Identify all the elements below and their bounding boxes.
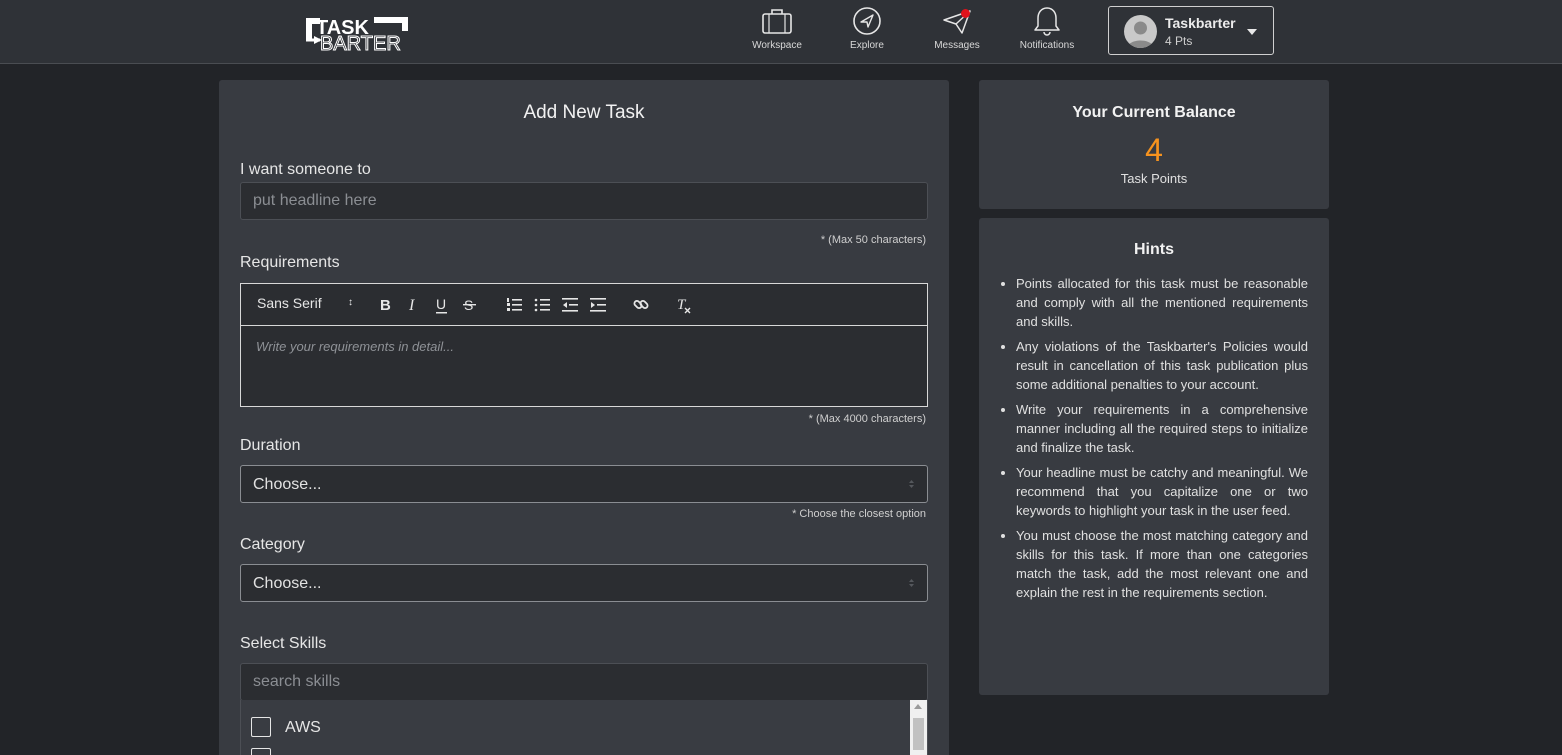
category-select[interactable]: Choose... — [240, 564, 928, 602]
sort-arrows-icon: ↕ — [348, 297, 353, 308]
bullet-list-icon[interactable] — [534, 295, 550, 315]
skill-label: AWS — [285, 719, 321, 736]
unread-dot — [961, 9, 970, 18]
duration-select-value: Choose... — [253, 476, 322, 493]
ordered-list-icon[interactable] — [506, 295, 522, 315]
hints-title: Hints — [1134, 241, 1174, 258]
hint-item: Points allocated for this task must be r… — [1016, 274, 1308, 331]
nav-notifications-label: Notifications — [1019, 40, 1075, 51]
italic-icon[interactable]: I — [407, 295, 421, 315]
underline-icon[interactable]: U — [435, 295, 449, 315]
category-select-value: Choose... — [253, 575, 322, 592]
balance-unit: Task Points — [1120, 171, 1188, 186]
taskbarter-logo[interactable]: TASK BARTER — [298, 12, 418, 56]
category-label: Category — [240, 536, 305, 553]
bell-icon — [1034, 7, 1060, 36]
hint-item: Write your requirements in a comprehensi… — [1016, 400, 1308, 457]
balance-value: 4 — [1145, 132, 1163, 168]
nav-explore[interactable]: Explore — [827, 6, 907, 56]
editor-toolbar: Sans Serif ↕ B I U S T — [241, 284, 927, 326]
skills-label: Select Skills — [240, 635, 327, 652]
duration-select[interactable]: Choose... — [240, 465, 928, 503]
skills-search-input[interactable] — [240, 663, 928, 701]
hints-card: Hints Points allocated for this task mus… — [979, 218, 1329, 695]
hint-item: Your headline must be catchy and meaning… — [1016, 463, 1308, 520]
bold-icon[interactable]: B — [379, 295, 393, 315]
skills-scrollbar[interactable] — [910, 700, 927, 755]
balance-title: Your Current Balance — [1072, 104, 1236, 121]
headline-input[interactable] — [240, 182, 928, 220]
svg-text:U: U — [436, 296, 446, 312]
nav-workspace[interactable]: Workspace — [737, 6, 817, 56]
strikethrough-icon[interactable]: S — [463, 295, 477, 315]
select-arrows-icon — [909, 579, 914, 587]
requirements-editor: Sans Serif ↕ B I U S T Write your requir… — [240, 283, 928, 407]
top-navbar: TASK BARTER Workspace Explore Messages N… — [0, 0, 1562, 64]
font-picker[interactable]: Sans Serif ↕ — [257, 295, 353, 315]
font-picker-label: Sans Serif — [257, 295, 322, 311]
user-points: 4 Pts — [1165, 34, 1193, 48]
compass-icon — [853, 7, 881, 35]
briefcase-icon — [762, 9, 792, 34]
indent-icon[interactable] — [590, 295, 606, 315]
headline-note: * (Max 50 characters) — [820, 234, 926, 246]
user-menu[interactable]: Taskbarter 4 Pts — [1108, 6, 1274, 55]
nav-workspace-label: Workspace — [752, 40, 802, 51]
add-task-form: Add New Task I want someone to * (Max 50… — [219, 80, 949, 755]
user-name: Taskbarter — [1165, 15, 1236, 31]
nav-notifications[interactable]: Notifications — [1007, 6, 1087, 56]
requirements-note: * (Max 4000 characters) — [808, 413, 926, 425]
svg-text:BARTER: BARTER — [320, 33, 401, 52]
hint-item: Any violations of the Taskbarter's Polic… — [1016, 337, 1308, 394]
page-title: Add New Task — [523, 102, 645, 123]
nav-explore-label: Explore — [850, 40, 884, 51]
link-icon[interactable] — [633, 295, 649, 315]
requirements-textarea[interactable]: Write your requirements in detail... — [256, 339, 454, 354]
avatar — [1124, 15, 1157, 48]
select-arrows-icon — [909, 480, 914, 488]
skill-checkbox[interactable] — [251, 748, 271, 755]
hint-item: You must choose the most matching catego… — [1016, 526, 1308, 602]
nav-messages-label: Messages — [934, 40, 980, 51]
skills-list: AWS — [240, 700, 928, 755]
scroll-up-icon[interactable] — [914, 704, 922, 709]
requirements-label: Requirements — [240, 254, 340, 271]
nav-messages[interactable]: Messages — [917, 6, 997, 56]
balance-card: Your Current Balance 4 Task Points — [979, 80, 1329, 209]
chevron-down-icon — [1247, 29, 1257, 35]
svg-text:I: I — [408, 297, 415, 314]
scroll-thumb[interactable] — [913, 718, 924, 750]
skill-checkbox[interactable] — [251, 717, 271, 737]
svg-text:T: T — [677, 297, 687, 313]
outdent-icon[interactable] — [562, 295, 578, 315]
hints-list: Points allocated for this task must be r… — [1016, 274, 1308, 608]
svg-text:B: B — [380, 297, 391, 314]
headline-label: I want someone to — [240, 161, 371, 178]
duration-label: Duration — [240, 437, 301, 454]
duration-note: * Choose the closest option — [792, 508, 926, 520]
clear-format-icon[interactable]: T — [676, 295, 692, 315]
